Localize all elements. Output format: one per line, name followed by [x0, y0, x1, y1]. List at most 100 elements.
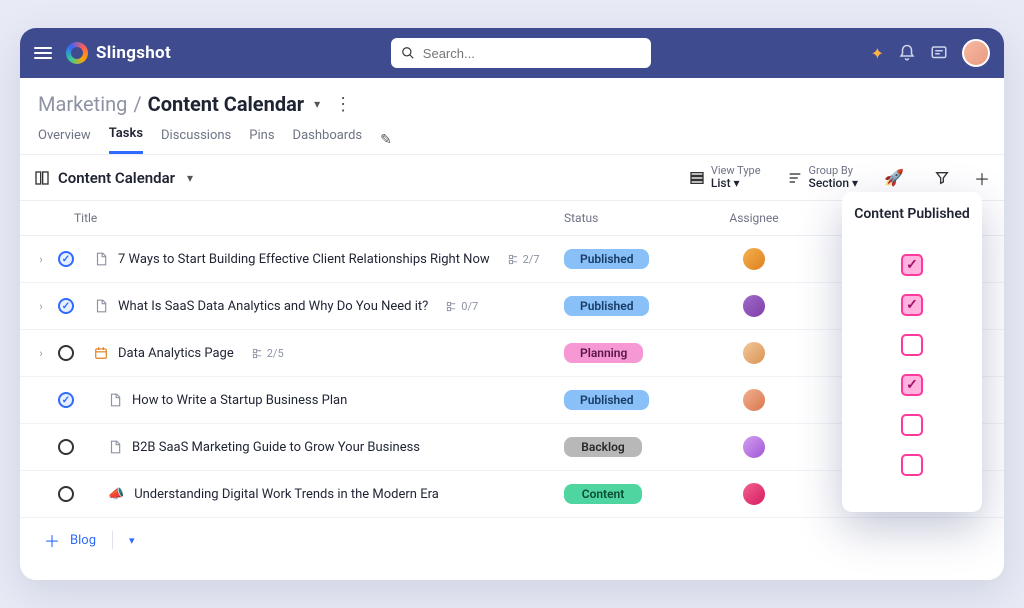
- status-cell[interactable]: Published: [564, 390, 694, 410]
- list-title-dropdown[interactable]: ▾: [187, 171, 193, 185]
- status-badge: Published: [564, 249, 649, 269]
- status-badge: Content: [564, 484, 642, 504]
- search-box[interactable]: [391, 38, 651, 68]
- task-checkbox[interactable]: [58, 251, 74, 267]
- task-type-icon: [108, 440, 122, 454]
- breadcrumb-separator: /: [133, 92, 141, 116]
- chat-icon[interactable]: [930, 44, 948, 62]
- page-title: Content Calendar: [148, 92, 304, 116]
- expand-icon[interactable]: ›: [34, 300, 48, 313]
- status-cell[interactable]: Content: [564, 484, 694, 504]
- page-title-dropdown[interactable]: ▾: [314, 97, 320, 111]
- task-checkbox[interactable]: [58, 392, 74, 408]
- status-badge: Published: [564, 390, 649, 410]
- filter-icon[interactable]: [934, 170, 950, 186]
- task-title: B2B SaaS Marketing Guide to Grow Your Bu…: [132, 440, 420, 455]
- subtask-count: 2/5: [252, 347, 284, 360]
- column-title: Title: [34, 211, 564, 225]
- task-type-icon: [94, 346, 108, 360]
- task-title: Data Analytics Page: [118, 346, 234, 361]
- task-checkbox[interactable]: [58, 298, 74, 314]
- edit-tabs-icon[interactable]: ✎: [380, 132, 392, 148]
- page-more-menu[interactable]: ⋮: [334, 94, 352, 115]
- tab-tasks[interactable]: Tasks: [109, 126, 143, 154]
- expand-icon[interactable]: ›: [34, 347, 48, 360]
- tab-discussions[interactable]: Discussions: [161, 128, 231, 153]
- topbar-actions: ✦: [871, 39, 990, 67]
- content-published-checkbox[interactable]: [901, 374, 923, 396]
- status-badge: Published: [564, 296, 649, 316]
- plus-icon: ＋: [44, 528, 60, 552]
- status-cell[interactable]: Backlog: [564, 437, 694, 457]
- add-row-label: Blog: [70, 533, 96, 548]
- logo-mark-icon: [66, 42, 88, 64]
- task-title: What Is SaaS Data Analytics and Why Do Y…: [118, 299, 428, 314]
- content-published-checkbox[interactable]: [901, 294, 923, 316]
- rocket-icon[interactable]: 🚀: [884, 168, 904, 187]
- task-checkbox[interactable]: [58, 439, 74, 455]
- assignee-avatar: [741, 340, 767, 366]
- layout-icon: [34, 170, 50, 186]
- assignee-cell[interactable]: [694, 481, 814, 507]
- task-checkbox[interactable]: [58, 486, 74, 502]
- page-header: Marketing / Content Calendar ▾ ⋮: [20, 78, 1004, 116]
- assignee-cell[interactable]: [694, 340, 814, 366]
- assignee-cell[interactable]: [694, 387, 814, 413]
- tab-bar: Overview Tasks Discussions Pins Dashboar…: [20, 116, 1004, 155]
- assignee-avatar: [741, 434, 767, 460]
- content-published-checkbox[interactable]: [901, 414, 923, 436]
- status-cell[interactable]: Published: [564, 249, 694, 269]
- content-published-title: Content Published: [842, 204, 982, 236]
- assignee-cell[interactable]: [694, 434, 814, 460]
- tab-overview[interactable]: Overview: [38, 128, 91, 153]
- group-by-value: Section: [809, 176, 850, 190]
- menu-icon[interactable]: [34, 47, 52, 59]
- content-published-checkbox[interactable]: [901, 454, 923, 476]
- group-icon: [787, 170, 803, 186]
- task-title: 7 Ways to Start Building Effective Clien…: [118, 252, 490, 267]
- search-icon: [401, 46, 415, 60]
- subtask-count: 0/7: [446, 300, 478, 313]
- list-icon: [689, 170, 705, 186]
- task-title: How to Write a Startup Business Plan: [132, 393, 347, 408]
- status-cell[interactable]: Planning: [564, 343, 694, 363]
- assignee-cell[interactable]: [694, 293, 814, 319]
- tab-dashboards[interactable]: Dashboards: [293, 128, 363, 153]
- column-status: Status: [564, 211, 694, 225]
- status-cell[interactable]: Published: [564, 296, 694, 316]
- app-logo[interactable]: Slingshot: [66, 42, 171, 64]
- assignee-cell[interactable]: [694, 246, 814, 272]
- task-type-icon: [94, 299, 108, 313]
- task-type-icon: [94, 252, 108, 266]
- task-title: Understanding Digital Work Trends in the…: [134, 487, 439, 502]
- assignee-avatar: [741, 246, 767, 272]
- tab-pins[interactable]: Pins: [249, 128, 274, 153]
- task-type-icon: [108, 393, 122, 407]
- expand-icon[interactable]: ›: [34, 253, 48, 266]
- content-published-panel: Content Published: [842, 192, 982, 512]
- view-type-dropdown[interactable]: View TypeList ▾: [689, 165, 761, 190]
- add-row-dropdown[interactable]: ▾: [129, 534, 135, 547]
- assignee-avatar: [741, 293, 767, 319]
- bell-icon[interactable]: [898, 44, 916, 62]
- user-avatar[interactable]: [962, 39, 990, 67]
- content-published-checkbox[interactable]: [901, 334, 923, 356]
- search-input[interactable]: [423, 46, 641, 61]
- group-by-dropdown[interactable]: Group BySection ▾: [787, 165, 859, 190]
- subtask-count: 2/7: [508, 253, 540, 266]
- add-column-icon[interactable]: ＋: [974, 166, 990, 190]
- task-type-icon: 📣: [108, 486, 124, 502]
- column-assignee: Assignee: [694, 211, 814, 225]
- app-window: Slingshot ✦ Marketing / Content Calendar…: [20, 28, 1004, 580]
- task-checkbox[interactable]: [58, 345, 74, 361]
- add-row[interactable]: ＋ Blog ▾: [20, 518, 1004, 562]
- view-type-value: List: [711, 176, 731, 190]
- sparkle-icon[interactable]: ✦: [871, 44, 884, 63]
- assignee-avatar: [741, 387, 767, 413]
- breadcrumb-parent[interactable]: Marketing: [38, 92, 127, 116]
- topbar: Slingshot ✦: [20, 28, 1004, 78]
- content-published-checkbox[interactable]: [901, 254, 923, 276]
- assignee-avatar: [741, 481, 767, 507]
- status-badge: Planning: [564, 343, 643, 363]
- divider: [112, 531, 113, 549]
